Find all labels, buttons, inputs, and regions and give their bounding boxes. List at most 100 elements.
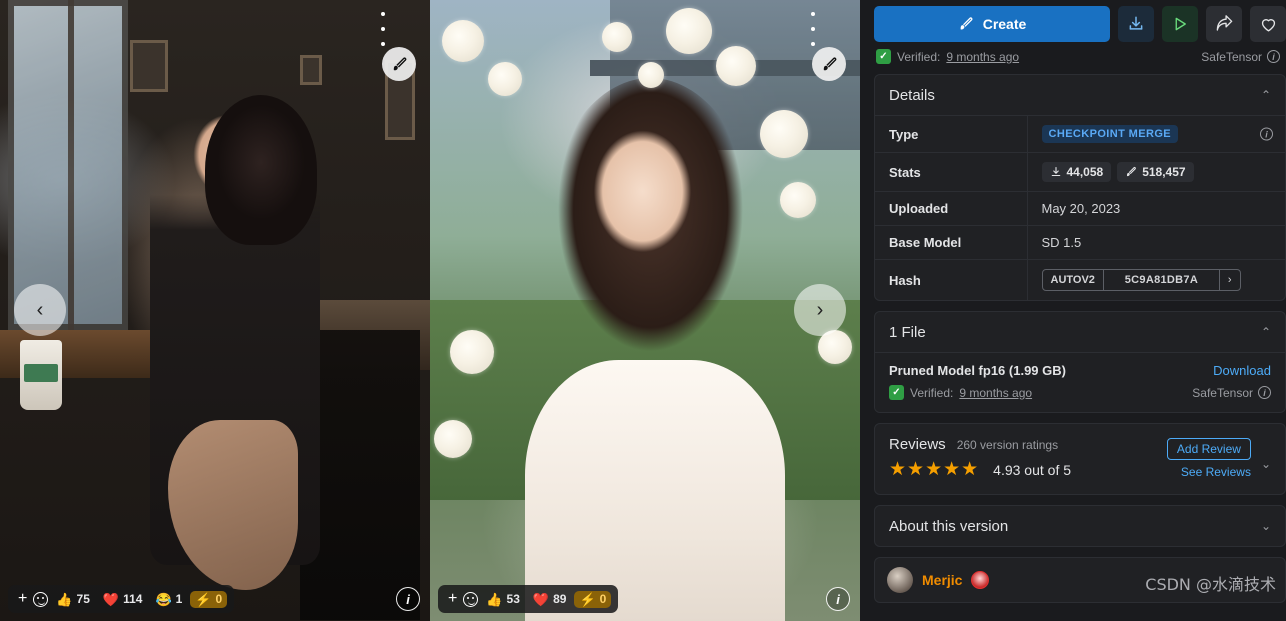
- reaction-bar-2: + 👍 53 ❤️ 89 ⚡ 0: [438, 585, 619, 613]
- reaction-heart[interactable]: ❤️ 89: [528, 591, 572, 608]
- heart-icon: ❤️: [532, 591, 550, 607]
- files-card: 1 File ⌃ Pruned Model fp16 (1.99 GB) Dow…: [874, 311, 1286, 413]
- info-icon[interactable]: i: [1267, 50, 1280, 63]
- reaction-thumbs-up[interactable]: 👍 75: [51, 591, 95, 608]
- row-label-stats: Stats: [875, 152, 1028, 192]
- more-vertical-icon: [381, 27, 385, 31]
- row-label-type: Type: [875, 115, 1028, 153]
- table-row: Uploaded May 20, 2023: [875, 191, 1285, 226]
- gallery-prev-button[interactable]: ‹: [14, 284, 66, 336]
- reviews-score: 4.93 out of 5: [993, 461, 1072, 478]
- run-model-button[interactable]: [1162, 6, 1198, 42]
- hair-decor: [205, 95, 317, 245]
- reaction-thumbs-up[interactable]: 👍 53: [481, 591, 525, 608]
- dress-decor: [525, 360, 785, 621]
- download-button[interactable]: [1118, 6, 1154, 42]
- reaction-count: 0: [599, 592, 607, 606]
- shield-check-icon: ✓: [889, 385, 904, 400]
- laugh-icon: 😂: [155, 591, 172, 607]
- remix-button[interactable]: [382, 47, 416, 81]
- reaction-lightning[interactable]: ⚡ 0: [574, 590, 612, 608]
- image-menu-button[interactable]: [374, 12, 392, 46]
- blossom-decor: [450, 330, 494, 374]
- more-vertical-icon: [381, 42, 385, 46]
- reaction-lightning[interactable]: ⚡ 0: [190, 590, 228, 608]
- details-title: Details: [889, 86, 935, 104]
- verified-row: ✓ Verified: 9 months ago SafeTensor i: [874, 42, 1286, 64]
- verified-time[interactable]: 9 months ago: [946, 50, 1019, 64]
- more-vertical-icon: [811, 12, 815, 16]
- thumbs-up-icon: 👍: [486, 591, 503, 607]
- wall-frame: [130, 40, 168, 92]
- info-icon[interactable]: i: [1260, 127, 1273, 141]
- about-header[interactable]: About this version ⌄: [875, 506, 1285, 546]
- coffee-cup-decor: [20, 340, 62, 410]
- add-reaction-button[interactable]: +: [445, 591, 460, 607]
- lightning-icon: ⚡: [579, 591, 596, 607]
- chevron-up-icon[interactable]: ⌃: [1261, 88, 1271, 102]
- info-icon[interactable]: i: [1258, 386, 1271, 399]
- row-value-base-model: SD 1.5: [1041, 235, 1082, 250]
- about-card: About this version ⌄: [874, 505, 1286, 547]
- row-label-base-model: Base Model: [875, 225, 1028, 260]
- file-verified-time[interactable]: 9 months ago: [959, 386, 1032, 400]
- row-label-uploaded: Uploaded: [875, 191, 1028, 226]
- see-reviews-link[interactable]: See Reviews: [1181, 465, 1251, 479]
- file-item: Pruned Model fp16 (1.99 GB) Download ✓ V…: [875, 352, 1285, 412]
- download-icon: [1129, 16, 1143, 30]
- details-panel: Create ✓ Verified: 9 months ago SafeTens…: [860, 0, 1286, 621]
- more-vertical-icon: [381, 12, 385, 16]
- stat-downloads: 44,058: [1041, 162, 1112, 182]
- reaction-laugh[interactable]: 😂 1: [150, 591, 187, 608]
- brush-icon: [393, 56, 406, 70]
- gallery-next-button[interactable]: ›: [794, 284, 846, 336]
- create-button[interactable]: Create: [874, 6, 1110, 42]
- chevron-down-icon[interactable]: ⌄: [1261, 519, 1271, 533]
- files-title: 1 File: [889, 323, 926, 341]
- brush-icon: [1127, 166, 1137, 177]
- smiley-icon[interactable]: [463, 591, 479, 607]
- row-value-uploaded: May 20, 2023: [1041, 201, 1121, 216]
- row-label-hash: Hash: [875, 259, 1028, 300]
- play-icon: [1175, 17, 1186, 31]
- blossom-decor: [760, 110, 808, 158]
- gallery-image-2[interactable]: › + 👍 53 ❤️ 89 ⚡ 0 i: [430, 0, 860, 621]
- smiley-icon[interactable]: [33, 591, 49, 607]
- gallery-image-1[interactable]: ‹ + 👍 75 ❤️ 114 😂 1 ⚡ 0 i: [0, 0, 430, 621]
- model-version-page: ‹ + 👍 75 ❤️ 114 😂 1 ⚡ 0 i › + 👍 53 ❤️ 89…: [0, 0, 1286, 621]
- row-value-type: CHECKPOINT MERGE i: [1027, 116, 1285, 153]
- reaction-count: 1: [175, 592, 183, 606]
- hash-expand-button[interactable]: ›: [1218, 270, 1240, 290]
- image-menu-button[interactable]: [804, 12, 822, 46]
- stat-value: 518,457: [1142, 165, 1186, 179]
- creator-name[interactable]: Merjic: [922, 572, 962, 588]
- image-info-button[interactable]: i: [826, 587, 850, 611]
- share-button[interactable]: [1206, 6, 1242, 42]
- blossom-decor: [434, 420, 472, 458]
- chevron-down-icon[interactable]: ⌄: [1261, 447, 1271, 471]
- table-row: Stats 44,058 518,457: [875, 152, 1285, 192]
- reaction-count: 114: [123, 592, 143, 606]
- image-info-button[interactable]: i: [396, 587, 420, 611]
- figure-decor: [525, 60, 785, 621]
- file-download-link[interactable]: Download: [1213, 363, 1271, 378]
- reviews-body: Reviews 260 version ratings ★★★★★ 4.93 o…: [875, 424, 1285, 494]
- chevron-up-icon[interactable]: ⌃: [1261, 325, 1271, 339]
- details-header[interactable]: Details ⌃: [875, 75, 1285, 115]
- blossom-decor: [442, 20, 484, 62]
- reaction-heart[interactable]: ❤️ 114: [98, 591, 148, 608]
- file-format-label: SafeTensor: [1192, 385, 1253, 400]
- favorite-button[interactable]: [1250, 6, 1286, 42]
- brush-icon: [823, 56, 836, 70]
- heart-outline-icon: [1261, 18, 1275, 32]
- avatar[interactable]: [887, 567, 913, 593]
- create-button-label: Create: [982, 16, 1027, 32]
- action-buttons-row: Create: [874, 6, 1286, 42]
- reviews-card: Reviews 260 version ratings ★★★★★ 4.93 o…: [874, 423, 1286, 495]
- reaction-count: 75: [76, 592, 90, 606]
- add-reaction-button[interactable]: +: [15, 591, 30, 607]
- add-review-button[interactable]: Add Review: [1166, 438, 1251, 460]
- files-header[interactable]: 1 File ⌃: [875, 312, 1285, 352]
- remix-button[interactable]: [812, 47, 846, 81]
- download-icon: [1051, 166, 1060, 177]
